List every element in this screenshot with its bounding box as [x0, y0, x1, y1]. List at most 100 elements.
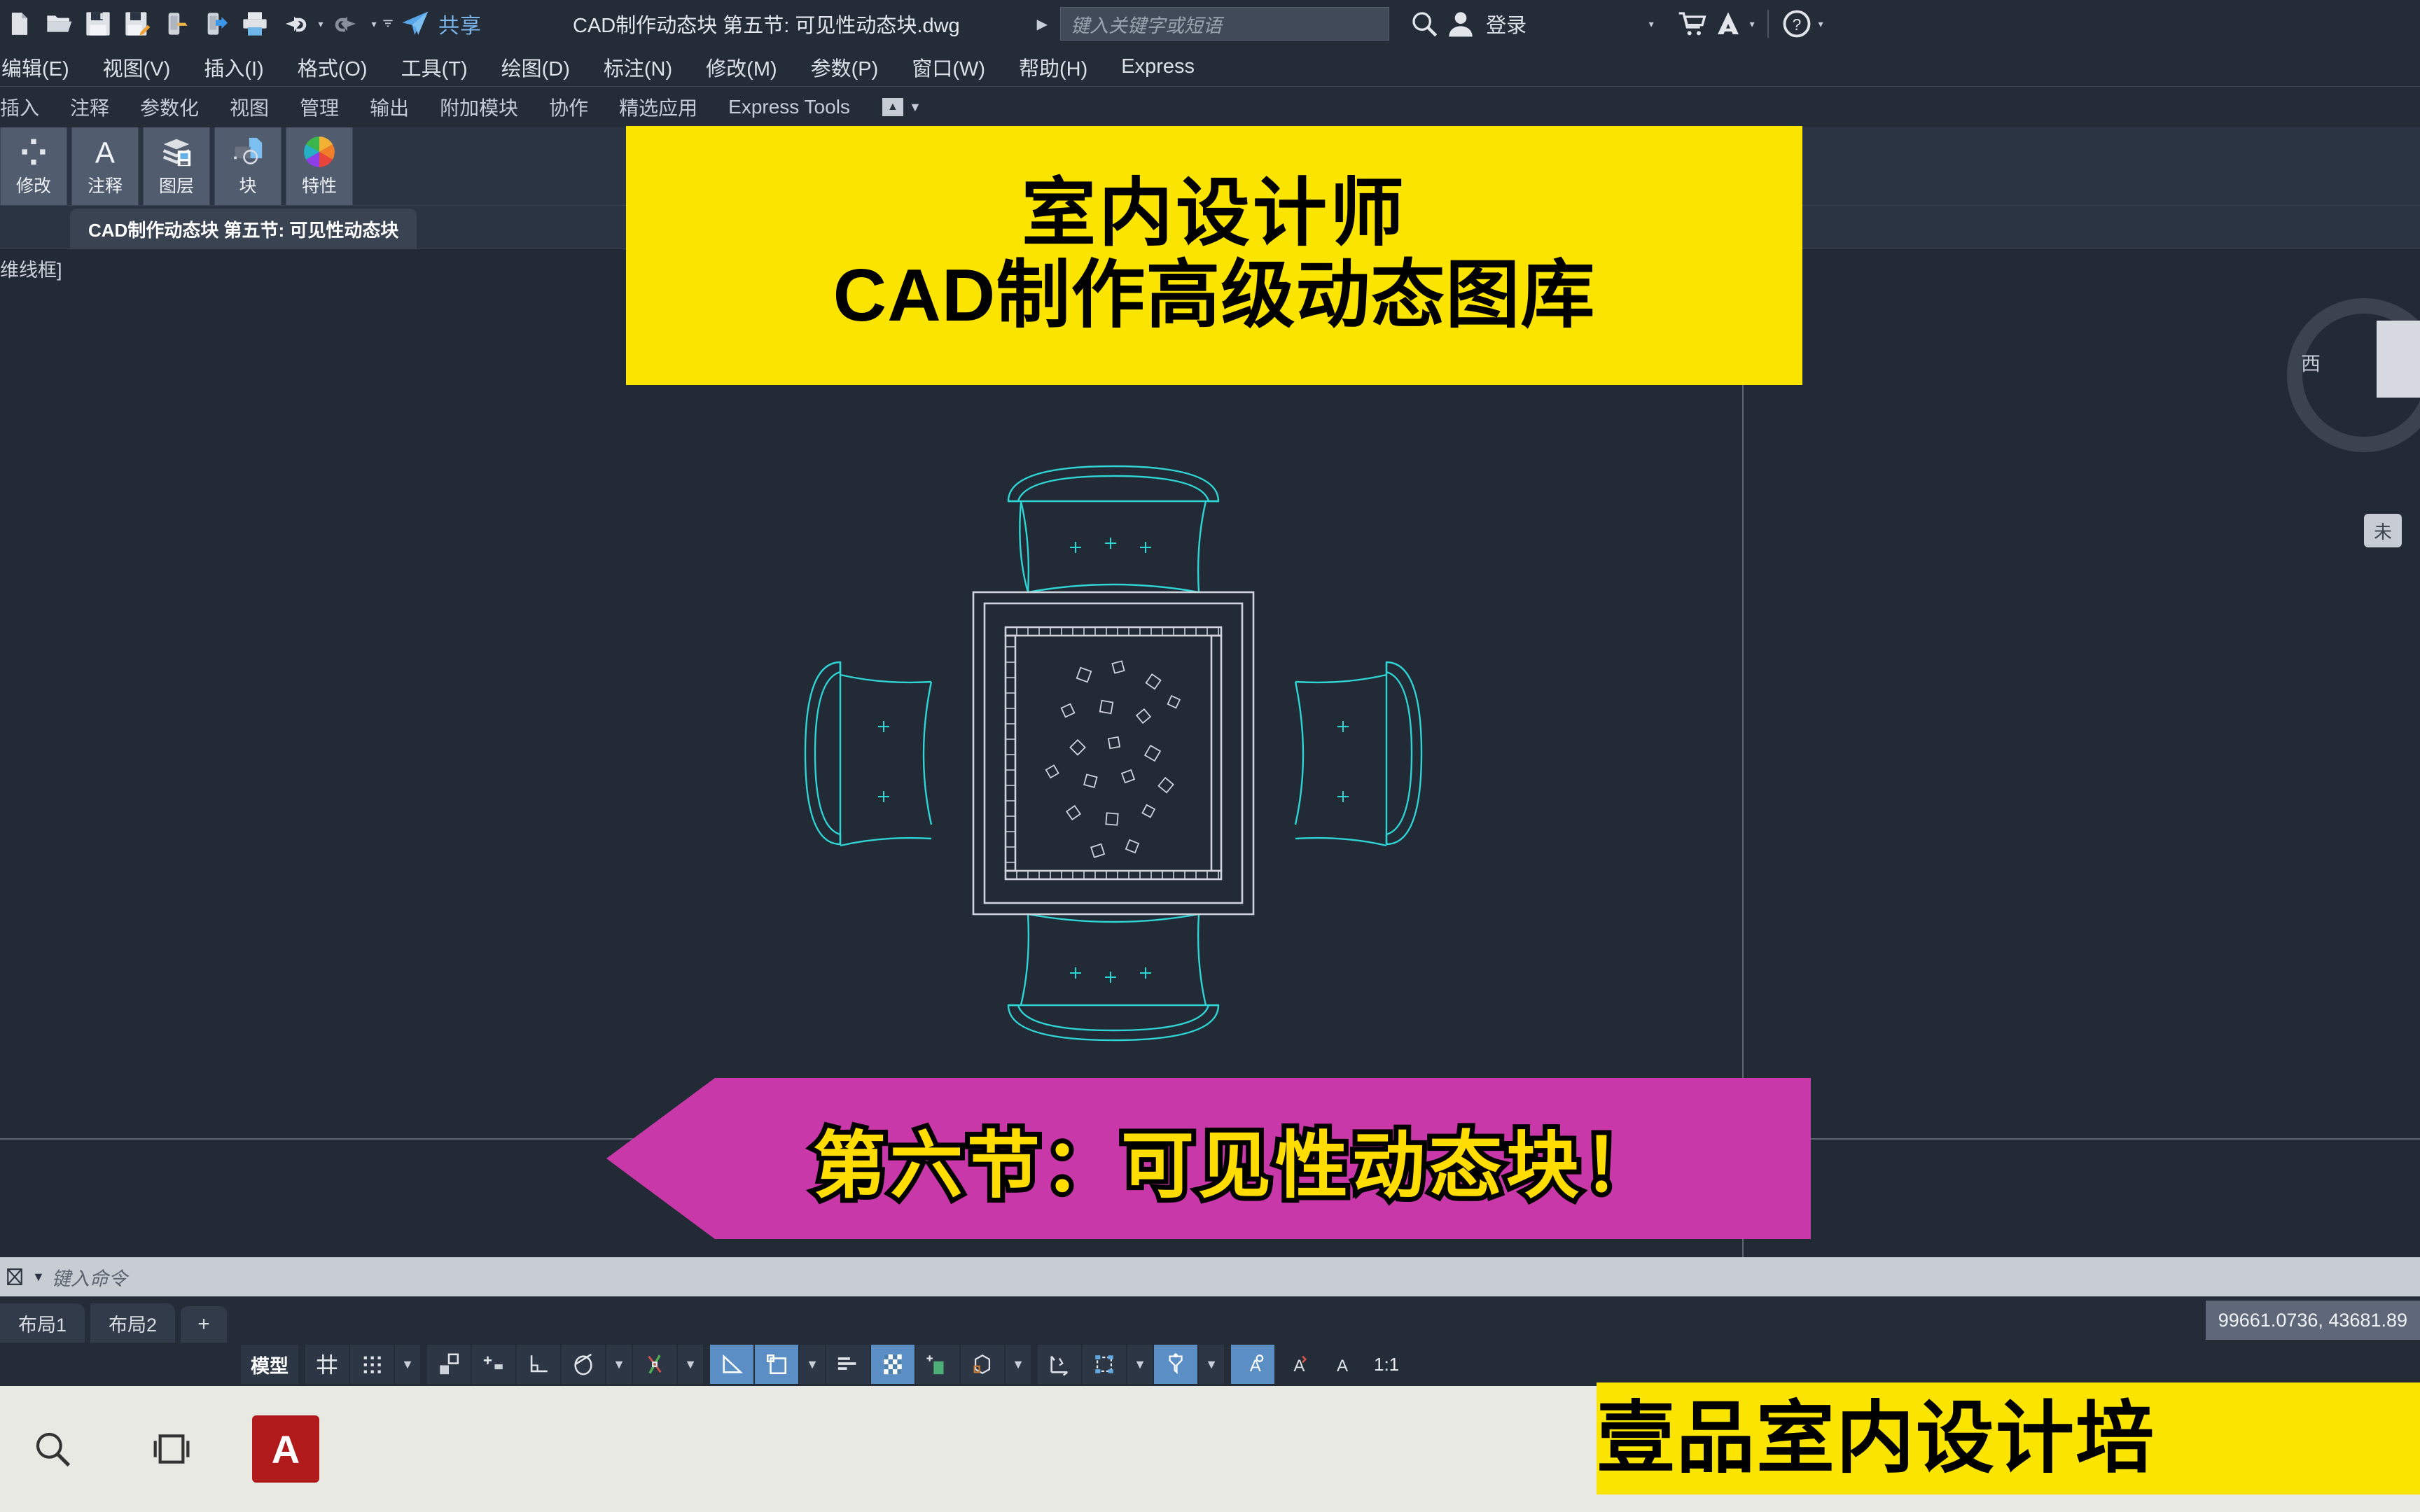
menu-item-draw[interactable]: 绘图(D) — [485, 52, 587, 82]
lineweight-toggle[interactable] — [633, 1345, 676, 1384]
model-space-button[interactable]: 模型 — [241, 1345, 298, 1384]
import-icon[interactable] — [197, 4, 234, 43]
menu-bar: 编辑(E) 视图(V) 插入(I) 格式(O) 工具(T) 绘图(D) 标注(N… — [0, 48, 2420, 87]
share-label[interactable]: 共享 — [438, 8, 482, 39]
annotation-scale-label[interactable]: 1:1 — [1365, 1354, 1407, 1376]
save-icon[interactable] — [80, 4, 116, 43]
save-as-icon[interactable] — [119, 4, 155, 43]
units-toggle[interactable]: A — [1321, 1345, 1364, 1384]
new-file-icon[interactable] — [1, 4, 38, 43]
lineweight-dropdown-icon[interactable]: ▼ — [678, 1345, 703, 1384]
dynamic-input-toggle[interactable] — [755, 1345, 798, 1384]
autodesk-icon[interactable] — [1710, 4, 1746, 43]
annotation-monitor-toggle[interactable]: A — [1276, 1345, 1319, 1384]
svg-text:A: A — [1250, 1357, 1262, 1376]
annotation-visibility-toggle[interactable] — [826, 1345, 870, 1384]
menu-item-format[interactable]: 格式(O) — [281, 52, 384, 82]
add-layout-button[interactable]: + — [181, 1306, 228, 1343]
qat-customize-icon[interactable] — [382, 4, 394, 43]
ribbon-panel-annotation[interactable]: A 注释 — [71, 127, 139, 205]
filter-dropdown-icon[interactable]: ▼ — [1199, 1345, 1224, 1384]
view-cube-face[interactable] — [2377, 321, 2420, 398]
redo-icon[interactable] — [329, 4, 366, 43]
undo-dropdown-icon[interactable]: ▾ — [315, 4, 326, 43]
view-cube[interactable]: 西 未 — [2259, 270, 2420, 547]
gizmo-toggle[interactable]: A — [1231, 1345, 1274, 1384]
ribbon-panel-block[interactable]: 块 — [214, 127, 281, 205]
menu-item-modify[interactable]: 修改(M) — [689, 52, 793, 82]
menu-item-edit[interactable]: 编辑(E) — [0, 52, 86, 82]
layout-tab-2[interactable]: 布局2 — [90, 1303, 176, 1343]
selection-filter-toggle[interactable] — [1154, 1345, 1197, 1384]
ribbon-tab-featured-apps[interactable]: 精选应用 — [604, 93, 713, 121]
ribbon-tab-addins[interactable]: 附加模块 — [424, 93, 534, 121]
dynamic-ucs-toggle[interactable] — [1083, 1345, 1126, 1384]
document-tab-active[interactable]: CAD制作动态块 第五节: 可见性动态块 — [70, 209, 417, 249]
search-icon[interactable] — [14, 1410, 91, 1488]
dyn-dropdown-icon[interactable]: ▼ — [800, 1345, 825, 1384]
menu-item-dimension[interactable]: 标注(N) — [587, 52, 689, 82]
svg-text:A: A — [95, 136, 116, 168]
command-line[interactable]: ▼ 键入命令 — [0, 1257, 2420, 1296]
transparency-toggle[interactable] — [871, 1345, 915, 1384]
task-view-icon[interactable] — [133, 1410, 210, 1488]
ribbon-tab-insert[interactable]: 插入 — [0, 93, 55, 121]
plot-icon[interactable] — [237, 4, 273, 43]
section-banner-text: 第六节：可见性动态块！ — [808, 1121, 1661, 1212]
snap-dropdown-icon[interactable]: ▼ — [395, 1345, 420, 1384]
menu-item-view[interactable]: 视图(V) — [86, 52, 188, 82]
coordinate-readout[interactable]: 99661.0736, 43681.89 — [2205, 1301, 2420, 1340]
selection-cycling-toggle[interactable] — [916, 1345, 959, 1384]
grid-display-toggle[interactable] — [305, 1345, 349, 1384]
ribbon-panel-properties[interactable]: 特性 — [286, 127, 353, 205]
title-overflow-icon[interactable]: ▶ — [1037, 15, 1048, 33]
export-icon[interactable] — [158, 4, 195, 43]
angle-constraint-toggle[interactable] — [710, 1345, 753, 1384]
ribbon-tab-view[interactable]: 视图 — [214, 93, 284, 121]
menu-item-window[interactable]: 窗口(W) — [895, 52, 1002, 82]
ribbon-panel-modify[interactable]: 修改 — [0, 127, 67, 205]
user-icon[interactable] — [1442, 4, 1479, 43]
command-dropdown-icon[interactable]: ▼ — [32, 1270, 45, 1284]
layout-tab-1[interactable]: 布局1 — [0, 1303, 85, 1343]
command-history-icon[interactable] — [4, 1265, 25, 1289]
autocad-icon[interactable]: A — [252, 1415, 319, 1483]
redo-dropdown-icon[interactable]: ▾ — [368, 4, 380, 43]
ribbon-minimize-button[interactable]: ▲ ▼ — [882, 98, 922, 116]
menu-item-tools[interactable]: 工具(T) — [384, 52, 485, 82]
help-dropdown-icon[interactable]: ▾ — [1815, 4, 1826, 43]
ucs-icon-toggle[interactable] — [1038, 1345, 1081, 1384]
ortho-mode-toggle[interactable] — [427, 1345, 471, 1384]
cart-icon[interactable] — [1674, 4, 1710, 43]
menu-item-express[interactable]: Express — [1104, 55, 1211, 78]
3d-dropdown-icon[interactable]: ▼ — [1006, 1345, 1031, 1384]
search-input[interactable]: 键入关键字或短语 — [1060, 7, 1390, 41]
polar-tracking-toggle[interactable] — [472, 1345, 515, 1384]
account-dropdown-icon[interactable]: ▾ — [1646, 4, 1657, 43]
object-snap-toggle[interactable] — [517, 1345, 560, 1384]
3d-object-snap-toggle[interactable] — [961, 1345, 1004, 1384]
autodesk-dropdown-icon[interactable]: ▾ — [1746, 4, 1758, 43]
ucs-dropdown-icon[interactable]: ▼ — [1127, 1345, 1153, 1384]
open-folder-icon[interactable] — [41, 4, 77, 43]
help-icon[interactable]: ? — [1779, 4, 1815, 43]
menu-item-parametric[interactable]: 参数(P) — [794, 52, 896, 82]
view-cube-ucs-pill[interactable]: 未 — [2364, 514, 2402, 547]
ribbon-tab-collaborate[interactable]: 协作 — [534, 93, 604, 121]
share-icon[interactable] — [396, 4, 433, 43]
ribbon-tab-output[interactable]: 输出 — [354, 93, 424, 121]
menu-item-insert[interactable]: 插入(I) — [187, 52, 280, 82]
ribbon-tab-parametric[interactable]: 参数化 — [125, 93, 214, 121]
search-icon[interactable] — [1406, 4, 1442, 43]
ribbon-tab-express-tools[interactable]: Express Tools — [713, 96, 865, 118]
snap-mode-toggle[interactable] — [350, 1345, 394, 1384]
ribbon-tab-annotate[interactable]: 注释 — [55, 93, 125, 121]
ribbon-panel-layers[interactable]: 图层 — [143, 127, 210, 205]
menu-item-help[interactable]: 帮助(H) — [1002, 52, 1104, 82]
ribbon-minimize-dropdown-icon[interactable]: ▼ — [909, 100, 922, 115]
ribbon-tab-manage[interactable]: 管理 — [284, 93, 354, 121]
osnap-dropdown-icon[interactable]: ▼ — [606, 1345, 632, 1384]
osnap-tracking-toggle[interactable] — [562, 1345, 605, 1384]
undo-icon[interactable] — [276, 4, 312, 43]
signin-label[interactable]: 登录 — [1486, 9, 1527, 38]
